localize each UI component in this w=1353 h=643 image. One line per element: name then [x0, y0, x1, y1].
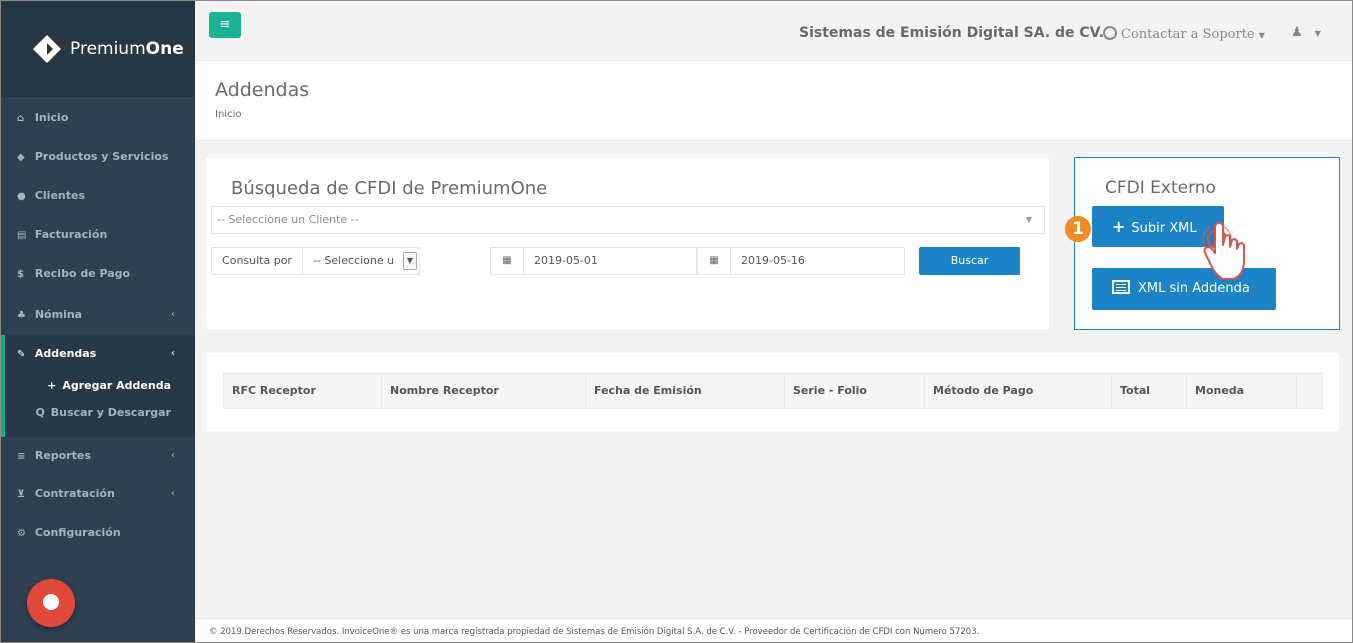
- users-icon: ●: [17, 191, 26, 202]
- chat-button[interactable]: [27, 579, 75, 627]
- column-header[interactable]: Fecha de Emisión: [586, 374, 785, 408]
- dollar-icon: $: [17, 269, 24, 280]
- sidebar-item-configuracion[interactable]: ⚙ Configuración: [1, 514, 195, 552]
- search-icon: Q: [35, 406, 45, 419]
- sidebar-item-recibo-de-pago[interactable]: $ Recibo de Pago: [1, 255, 195, 293]
- pointer-hand-icon: [1202, 222, 1245, 280]
- brand-header[interactable]: PremiumOne: [1, 1, 195, 97]
- sidebar-item-clientes[interactable]: ● Clientes: [1, 177, 195, 215]
- client-select[interactable]: -- Seleccione un Cliente -- ▼: [211, 206, 1045, 234]
- calendar-icon: ▦: [697, 247, 731, 275]
- lifebuoy-icon: [1103, 26, 1117, 40]
- footer: © 2019 Derechos Reservados. InvoiceOne® …: [195, 618, 1352, 642]
- hamburger-icon: ≡: [219, 17, 231, 32]
- list-icon: ≡: [17, 451, 26, 462]
- sidebar-item-contratacion[interactable]: ⊻ Contratación ‹: [1, 475, 195, 513]
- pencil-icon: ✎: [17, 349, 26, 360]
- column-header[interactable]: Serie - Folio: [785, 374, 925, 408]
- chevron-left-icon: ‹: [171, 488, 175, 499]
- cart-icon: ⊻: [17, 489, 26, 500]
- menu-toggle-button[interactable]: ≡: [209, 12, 241, 38]
- page-title: Addendas: [215, 79, 310, 101]
- column-header[interactable]: RFC Receptor: [224, 374, 382, 408]
- caret-down-icon: ▼: [1025, 215, 1032, 224]
- plus-icon: +: [1112, 217, 1126, 236]
- company-name: Sistemas de Emisión Digital SA. de CV.: [799, 25, 1105, 41]
- file-icon: ▤: [17, 230, 27, 241]
- premiumone-logo-icon: [33, 35, 61, 63]
- sidebar-item-productos[interactable]: ◆ Productos y Servicios: [1, 138, 195, 176]
- chevron-left-icon: ‹: [171, 309, 175, 320]
- plus-icon: +: [47, 379, 57, 392]
- date-to-input[interactable]: 2019-05-16: [730, 247, 905, 275]
- chevron-left-icon: ‹: [171, 348, 175, 359]
- results-table: RFC Receptor Nombre Receptor Fecha de Em…: [223, 373, 1323, 409]
- top-navbar: ≡ Sistemas de Emisión Digital SA. de CV.…: [195, 1, 1352, 61]
- external-panel-title: CFDI Externo: [1105, 178, 1216, 198]
- column-header[interactable]: Método de Pago: [925, 374, 1112, 408]
- column-header[interactable]: Nombre Receptor: [382, 374, 586, 408]
- home-icon: ⌂: [17, 113, 25, 124]
- breadcrumb[interactable]: Inicio: [215, 109, 241, 120]
- page-heading: Addendas Inicio: [195, 61, 1352, 141]
- gears-icon: ⚙: [17, 528, 26, 539]
- app-window: PremiumOne ⌂ Inicio ◆ Productos y Servic…: [0, 0, 1353, 643]
- sidebar: PremiumOne ⌂ Inicio ◆ Productos y Servic…: [1, 1, 195, 642]
- sidebar-subitem-agregar-addenda[interactable]: + Agregar Addenda: [5, 375, 195, 397]
- brand-name: PremiumOne: [70, 39, 184, 59]
- sidebar-item-inicio[interactable]: ⌂ Inicio: [1, 99, 195, 137]
- column-header[interactable]: Moneda: [1187, 374, 1297, 408]
- caret-down-icon: ▼: [1314, 29, 1321, 38]
- dropdown-arrow-icon: ▼: [403, 252, 417, 270]
- sidebar-item-nomina[interactable]: ♣ Nómina ‹: [1, 296, 195, 334]
- caret-down-icon: ▼: [1258, 31, 1265, 40]
- column-header[interactable]: Total: [1112, 374, 1187, 408]
- sidebar-subitem-buscar-descargar[interactable]: Q Buscar y Descargar: [5, 402, 195, 424]
- results-panel: RFC Receptor Nombre Receptor Fecha de Em…: [206, 353, 1339, 431]
- sidebar-item-facturacion[interactable]: ▤ Facturación: [1, 216, 195, 254]
- consulta-por-select[interactable]: -- Seleccione u ▼: [302, 247, 420, 275]
- search-button[interactable]: Buscar: [919, 247, 1020, 275]
- cfdi-search-panel: Búsqueda de CFDI de PremiumOne -- Selecc…: [206, 158, 1049, 329]
- sitemap-icon: ♣: [17, 310, 26, 321]
- consulta-por-label: Consulta por: [211, 247, 303, 275]
- sidebar-item-reportes[interactable]: ≡ Reportes ‹: [1, 437, 195, 475]
- support-menu[interactable]: Contactar a Soporte ▼: [1103, 26, 1265, 42]
- step-badge: 1: [1065, 216, 1091, 242]
- calendar-icon: ▦: [490, 247, 524, 275]
- list-icon: [1112, 280, 1130, 294]
- tag-icon: ◆: [17, 152, 25, 163]
- search-panel-title: Búsqueda de CFDI de PremiumOne: [231, 178, 548, 199]
- sidebar-item-addendas[interactable]: ✎ Addendas ‹: [5, 335, 195, 373]
- chevron-left-icon: ‹: [171, 450, 175, 461]
- date-from-input[interactable]: 2019-05-01: [523, 247, 697, 275]
- user-icon: ♟: [1291, 25, 1303, 40]
- user-menu[interactable]: ♟ ▼: [1291, 25, 1321, 40]
- chat-icon: [43, 594, 59, 610]
